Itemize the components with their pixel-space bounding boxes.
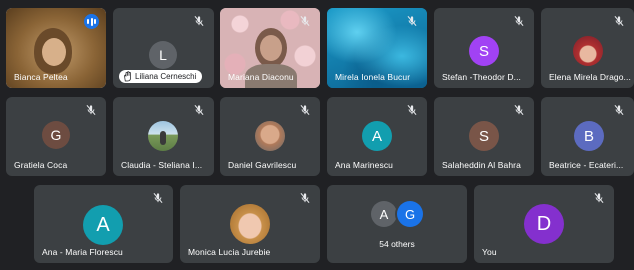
participant-name: Liliana Cerneschi xyxy=(135,72,197,81)
participant-tile-stefan-theodor[interactable]: S Stefan -Theodor D... xyxy=(434,8,534,88)
mic-off-icon xyxy=(84,103,98,117)
participant-name: Mirela Ionela Bucur xyxy=(335,72,411,82)
participant-tile-monica-lucia-jurebie[interactable]: Monica Lucia Jurebie xyxy=(180,185,320,263)
mic-off-icon xyxy=(405,103,419,117)
mic-off-icon xyxy=(298,103,312,117)
avatar: B xyxy=(574,121,604,151)
avatar: L xyxy=(149,41,177,69)
participant-name: Elena Mirela Drago... xyxy=(549,72,631,82)
others-tile[interactable]: A G 54 others xyxy=(327,185,467,263)
mic-off-icon xyxy=(298,14,312,28)
avatar: S xyxy=(469,121,499,151)
participant-tile-claudia-steliana[interactable]: Claudia - Steliana I... xyxy=(113,97,214,176)
participant-name: Mariana Diaconu xyxy=(228,72,294,82)
mic-off-icon xyxy=(612,103,626,117)
avatar: D xyxy=(524,204,564,244)
figure xyxy=(160,131,166,145)
avatar: S xyxy=(469,36,499,66)
participant-name: Monica Lucia Jurebie xyxy=(188,247,271,257)
avatar-photo xyxy=(230,204,270,244)
participant-name: Ana Marinescu xyxy=(335,160,393,170)
participant-name: Daniel Gavrilescu xyxy=(228,160,297,170)
participant-name: Stefan -Theodor D... xyxy=(442,72,522,82)
avatar-photo xyxy=(255,121,285,151)
participant-tile-liliana-cerneschi[interactable]: L Liliana Cerneschi xyxy=(113,8,214,88)
avatar: A xyxy=(371,201,397,227)
mic-off-icon xyxy=(192,103,206,117)
mic-off-icon xyxy=(405,14,419,28)
participant-tile-salaheddin-al-bahra[interactable]: S Salaheddin Al Bahra xyxy=(434,97,534,176)
avatar-photo xyxy=(148,121,178,151)
participant-name: You xyxy=(482,247,497,257)
face xyxy=(260,35,282,61)
participant-tile-mirela-ionela-bucur[interactable]: Mirela Ionela Bucur xyxy=(327,8,427,88)
others-count-label: 54 others xyxy=(379,239,415,249)
mic-off-icon xyxy=(151,191,165,205)
mic-off-icon xyxy=(298,191,312,205)
avatar-photo xyxy=(573,36,603,66)
participant-tile-ana-marinescu[interactable]: A Ana Marinescu xyxy=(327,97,427,176)
participant-name: Claudia - Steliana I... xyxy=(121,160,203,170)
face xyxy=(42,38,66,66)
participant-tile-beatrice-ecaterina[interactable]: B Beatrice - Ecateri... xyxy=(541,97,634,176)
participant-tile-you[interactable]: D You xyxy=(474,185,614,263)
mic-off-icon xyxy=(512,103,526,117)
mic-off-icon xyxy=(512,14,526,28)
participant-tile-bianca-peltea[interactable]: Bianca Peltea xyxy=(6,8,106,88)
speaking-indicator-icon xyxy=(84,14,99,29)
avatar: G xyxy=(397,201,423,227)
participant-name: Ana - Maria Florescu xyxy=(42,247,123,257)
avatar: A xyxy=(362,121,392,151)
participant-tile-ana-maria-florescu[interactable]: A Ana - Maria Florescu xyxy=(34,185,173,263)
participant-name: Beatrice - Ecateri... xyxy=(549,160,624,170)
participant-name: Bianca Peltea xyxy=(14,72,68,82)
mic-off-icon xyxy=(612,14,626,28)
participant-tile-daniel-gavrilescu[interactable]: Daniel Gavrilescu xyxy=(220,97,320,176)
hand-raised-chip: Liliana Cerneschi xyxy=(119,70,203,83)
participant-name: Salaheddin Al Bahra xyxy=(442,160,521,170)
participant-tile-elena-mirela[interactable]: Elena Mirela Drago... xyxy=(541,8,634,88)
meeting-grid: { "participants_row1": [ {"name": "Bianc… xyxy=(0,0,634,270)
avatar: A xyxy=(83,205,123,245)
participant-tile-mariana-diaconu[interactable]: Mariana Diaconu xyxy=(220,8,320,88)
mic-off-icon xyxy=(192,14,206,28)
participant-tile-gratiela-coca[interactable]: G Gratiela Coca xyxy=(6,97,106,176)
participant-name: Gratiela Coca xyxy=(14,160,68,170)
hand-raised-icon xyxy=(124,71,131,82)
avatar: G xyxy=(42,121,70,149)
mic-off-icon xyxy=(592,191,606,205)
